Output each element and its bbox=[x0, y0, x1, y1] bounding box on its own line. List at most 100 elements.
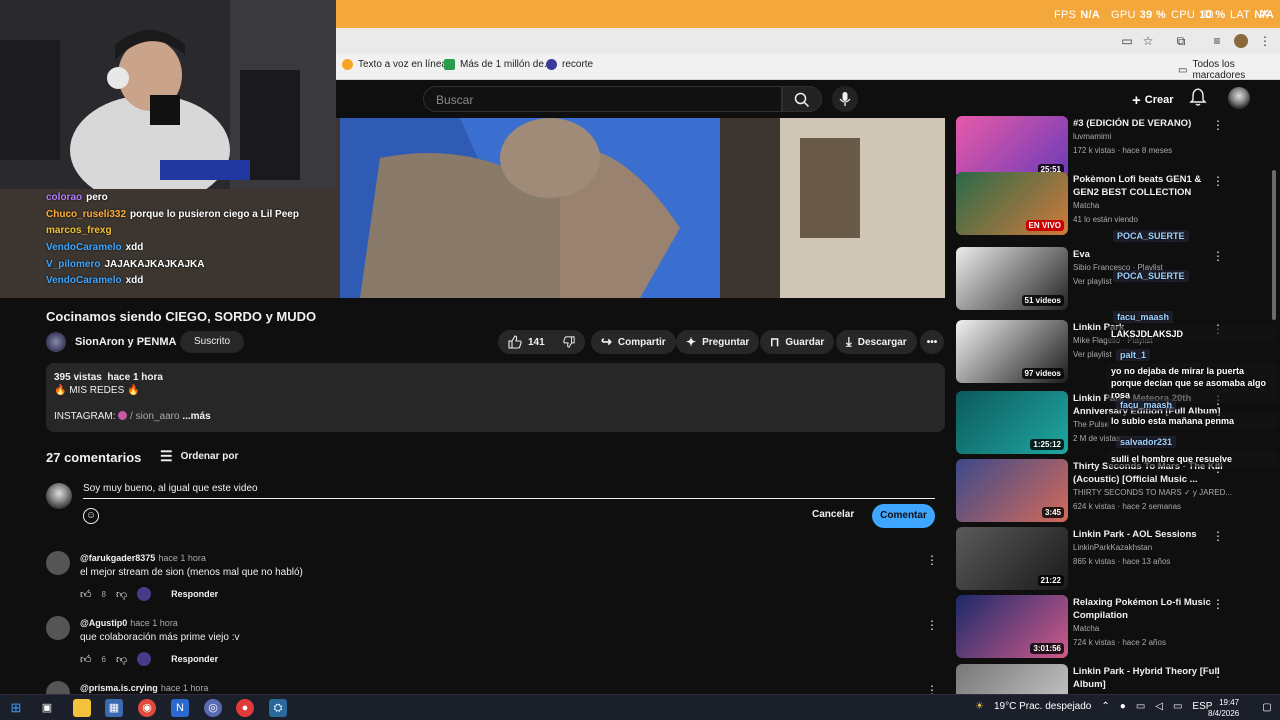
search-input[interactable]: Buscar bbox=[423, 86, 782, 112]
share-button[interactable]: ↪ Compartir bbox=[591, 330, 676, 354]
sort-comments-button[interactable]: ☰ Ordenar por bbox=[160, 448, 238, 465]
notifications-button[interactable] bbox=[1189, 87, 1207, 112]
video-channel[interactable]: The Pulse bbox=[1073, 420, 1109, 429]
discord-icon[interactable]: ◎ bbox=[204, 699, 222, 717]
obs-icon[interactable]: ● bbox=[236, 699, 254, 717]
restore-window-icon[interactable]: ⧉ bbox=[1204, 6, 1213, 22]
download-button[interactable]: ⤓ Descargar bbox=[836, 330, 917, 354]
emoji-icon[interactable]: ☺ bbox=[83, 508, 99, 524]
search-button[interactable] bbox=[782, 86, 822, 112]
comment-submit-button[interactable]: Comentar bbox=[872, 504, 935, 528]
cancel-button[interactable]: Cancelar bbox=[812, 509, 854, 520]
video-menu-icon[interactable]: ⋮ bbox=[1212, 666, 1224, 680]
bookmark-item[interactable]: recorte bbox=[546, 59, 593, 70]
video-thumbnail[interactable]: 25:51 bbox=[956, 116, 1068, 179]
battery-icon[interactable]: ▭ bbox=[1173, 701, 1182, 712]
video-thumbnail[interactable]: 1:25:12 bbox=[956, 391, 1068, 454]
video-thumbnail[interactable]: 3:01:56 bbox=[956, 595, 1068, 658]
recommended-video[interactable]: 21:22 Linkin Park - AOL Sessions LinkinPar… bbox=[956, 527, 1266, 591]
comment-input[interactable]: Soy muy bueno, al igual que este video bbox=[83, 483, 935, 499]
ask-button[interactable]: ✦ Preguntar bbox=[676, 330, 760, 354]
bookmark-star-icon[interactable]: ☆ bbox=[1141, 34, 1155, 48]
close-window-icon[interactable]: ✕ bbox=[1259, 6, 1270, 22]
video-menu-icon[interactable]: ⋮ bbox=[1212, 249, 1224, 263]
voice-search-button[interactable] bbox=[832, 86, 858, 112]
video-channel[interactable]: Matcha bbox=[1073, 624, 1099, 633]
calculator-icon[interactable]: ▦ bbox=[105, 699, 123, 717]
comment-menu-icon[interactable]: ⋮ bbox=[926, 618, 938, 632]
commenter-avatar[interactable] bbox=[46, 551, 70, 575]
microphone-tray-icon[interactable]: ● bbox=[1120, 701, 1126, 712]
save-button[interactable]: ⊓ Guardar bbox=[760, 330, 835, 354]
reply-button[interactable]: Responder bbox=[171, 589, 218, 599]
weather-text[interactable]: 19°C Prac. despejado bbox=[994, 701, 1091, 712]
thumbs-up-icon[interactable]: 👍︎ bbox=[80, 653, 92, 666]
description-box[interactable]: 395 vistas hace 1 hora 🔥 MIS REDES 🔥 INS… bbox=[46, 363, 945, 432]
comment-author[interactable]: @prisma.is.crying hace 1 hora bbox=[80, 683, 208, 693]
comment-author[interactable]: @Agustip0 hace 1 hora bbox=[80, 618, 178, 628]
recommended-video[interactable]: 3:45Thirty Seconds To Mars - The Kill (A… bbox=[956, 459, 1266, 523]
recommended-video[interactable]: 3:01:56 Relaxing Pokémon Lo-fi Music Comp… bbox=[956, 595, 1266, 659]
thumbs-down-icon[interactable]: 👎︎ bbox=[116, 653, 127, 666]
account-avatar[interactable] bbox=[1228, 87, 1250, 109]
video-thumbnail[interactable]: 21:22 bbox=[956, 527, 1068, 590]
chat-username: Chuco_ruseli332 bbox=[46, 208, 127, 220]
video-menu-icon[interactable]: ⋮ bbox=[1212, 597, 1224, 611]
video-channel[interactable]: THIRTY SECONDS TO MARS ✓ y JARED... bbox=[1073, 488, 1232, 497]
network-icon[interactable]: ▭ bbox=[1136, 701, 1145, 712]
show-more-link[interactable]: ...más bbox=[182, 411, 210, 422]
video-title[interactable]: Linkin Park - Hybrid Theory [Full Album] bbox=[1073, 665, 1223, 691]
volume-icon[interactable]: ◁ bbox=[1155, 701, 1163, 712]
create-button[interactable]: + Crear bbox=[1120, 86, 1186, 112]
recommended-video[interactable]: EN VIVO Pokèmon Lofi beats GEN1 & GEN2 BE… bbox=[956, 172, 1266, 236]
cast-icon[interactable]: ▭ bbox=[1120, 34, 1134, 48]
reply-button[interactable]: Responder bbox=[171, 654, 218, 664]
comment-author[interactable]: @farukgader8375 hace 1 hora bbox=[80, 553, 206, 563]
video-title[interactable]: Eva bbox=[1073, 248, 1223, 261]
extensions-icon[interactable]: ⧉ bbox=[1174, 34, 1188, 48]
thumbs-down-icon[interactable]: 👎︎ bbox=[116, 588, 127, 601]
channel-name[interactable]: SionAron y PENMA bbox=[75, 336, 176, 348]
video-menu-icon[interactable]: ⋮ bbox=[1212, 118, 1224, 132]
recommended-video[interactable]: 51 videos Eva Sibio Francesco · Playlist Ve… bbox=[956, 247, 1266, 311]
sidebar-scrollbar[interactable] bbox=[1272, 170, 1276, 320]
subscribed-button[interactable]: Suscrito bbox=[180, 331, 245, 353]
video-channel[interactable]: luvmamimi bbox=[1073, 132, 1111, 141]
thumbs-up-icon[interactable]: 👍︎ bbox=[80, 588, 92, 601]
commenter-avatar[interactable] bbox=[46, 616, 70, 640]
menu-dots-icon[interactable]: ⋮ bbox=[1258, 34, 1272, 48]
video-title[interactable]: Pokèmon Lofi beats GEN1 & GEN2 BEST COLL… bbox=[1073, 173, 1223, 199]
like-button[interactable]: 141 bbox=[498, 330, 559, 354]
video-thumbnail[interactable]: EN VIVO bbox=[956, 172, 1068, 235]
file-explorer-icon[interactable] bbox=[73, 699, 91, 717]
video-title[interactable]: Linkin Park - AOL Sessions bbox=[1073, 528, 1223, 541]
notification-center-icon[interactable]: ▢ bbox=[1258, 699, 1276, 717]
recommended-video[interactable]: 25:51 #3 (EDICIÓN DE VERANO) luvmamimi 172 … bbox=[956, 116, 1266, 180]
channel-avatar[interactable] bbox=[46, 332, 66, 352]
cpu-stat: CPU 10 % bbox=[1171, 9, 1226, 21]
profile-icon[interactable] bbox=[1234, 34, 1248, 48]
windows-start-icon[interactable]: ⊞ bbox=[7, 699, 25, 717]
comment-menu-icon[interactable]: ⋮ bbox=[926, 553, 938, 567]
bookmark-item[interactable]: Texto a voz en línea... bbox=[342, 59, 455, 70]
system-clock[interactable]: 19:47 8/4/2026 bbox=[1208, 697, 1239, 719]
all-bookmarks[interactable]: ▭ Todos los marcadores bbox=[1178, 59, 1280, 81]
video-thumbnail[interactable]: 97 videos bbox=[956, 320, 1068, 383]
more-actions-button[interactable]: ••• bbox=[920, 330, 944, 354]
video-thumbnail[interactable]: 51 videos bbox=[956, 247, 1068, 310]
bookmark-item[interactable]: Más de 1 millón de... bbox=[444, 59, 552, 70]
video-channel[interactable]: LinkinParkKazakhstan bbox=[1073, 543, 1152, 552]
reading-list-icon[interactable]: ≡ bbox=[1210, 34, 1224, 48]
video-menu-icon[interactable]: ⋮ bbox=[1212, 174, 1224, 188]
video-channel[interactable]: Matcha bbox=[1073, 201, 1099, 210]
video-menu-icon[interactable]: ⋮ bbox=[1212, 529, 1224, 543]
notepad-icon[interactable]: N bbox=[171, 699, 189, 717]
dislike-button[interactable] bbox=[553, 330, 585, 354]
task-view-icon[interactable]: ▣ bbox=[38, 699, 56, 717]
video-thumbnail[interactable]: 3:45 bbox=[956, 459, 1068, 522]
chrome-icon[interactable]: ◉ bbox=[138, 699, 156, 717]
tray-expand-icon[interactable]: ⌃ bbox=[1101, 701, 1109, 712]
video-title[interactable]: #3 (EDICIÓN DE VERANO) bbox=[1073, 117, 1223, 130]
video-title[interactable]: Relaxing Pokémon Lo-fi Music Compilation bbox=[1073, 596, 1223, 622]
steam-icon[interactable]: ⛭ bbox=[269, 699, 287, 717]
